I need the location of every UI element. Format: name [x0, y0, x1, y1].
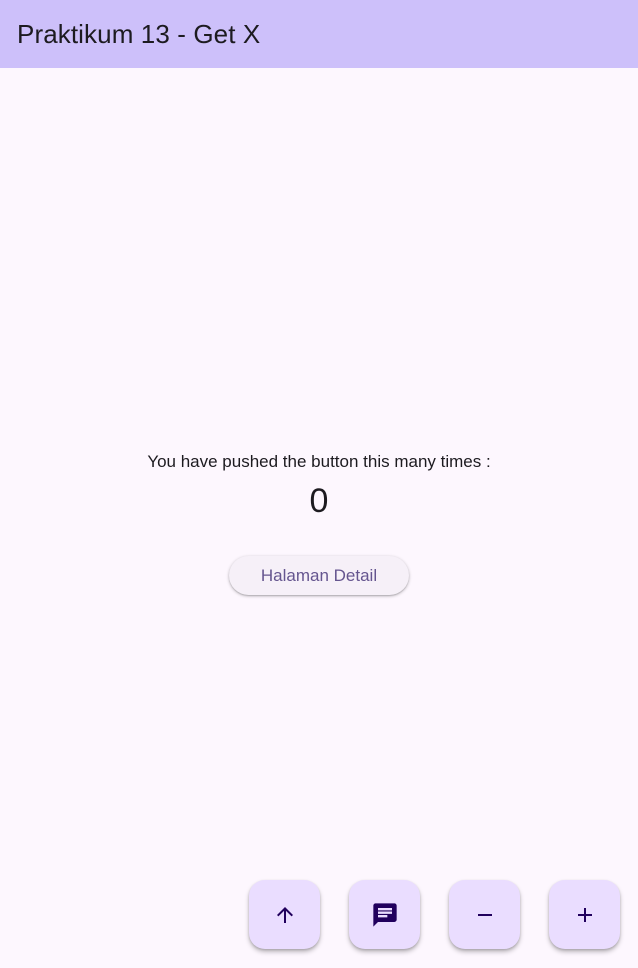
increment-button[interactable] — [549, 880, 620, 949]
minus-icon — [477, 913, 492, 916]
counter-caption: You have pushed the button this many tim… — [147, 452, 491, 471]
app-bar: Praktikum 13 - Get X — [0, 0, 638, 68]
plus-icon — [577, 907, 592, 922]
counter-value: 0 — [309, 482, 329, 520]
message-icon — [372, 902, 397, 927]
halaman-detail-button[interactable]: Halaman Detail — [229, 556, 409, 595]
decrement-button[interactable] — [449, 880, 520, 949]
arrow-up-icon — [276, 906, 293, 923]
counter-section: You have pushed the button this many tim… — [0, 449, 638, 595]
app-title: Praktikum 13 - Get X — [17, 18, 261, 49]
arrow-up-button[interactable] — [249, 880, 320, 949]
message-button[interactable] — [349, 880, 420, 949]
